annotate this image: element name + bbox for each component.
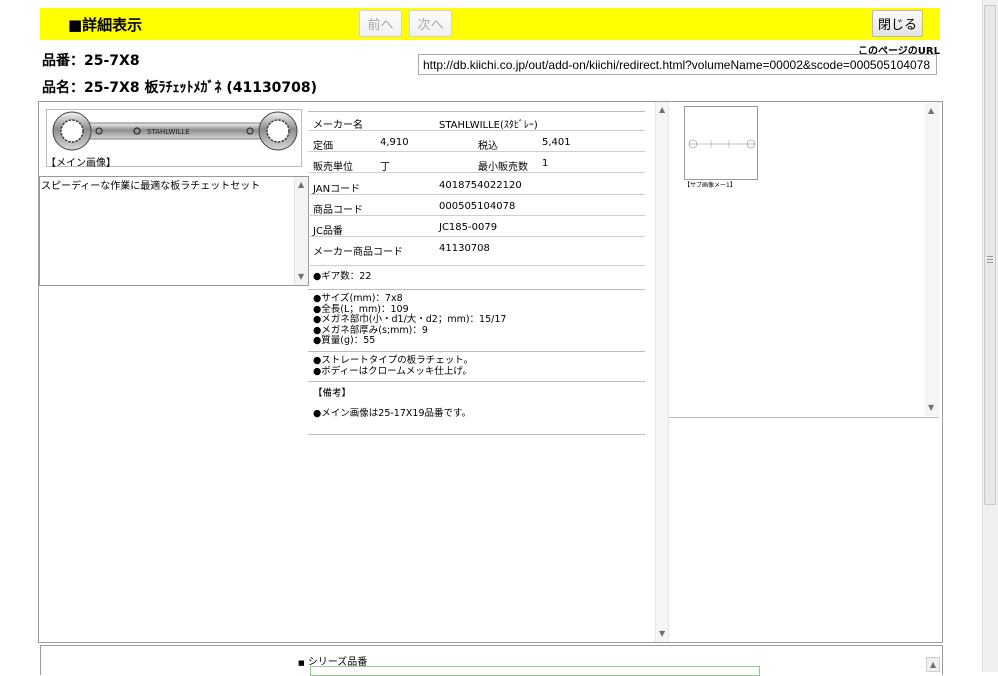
spec-row-price: 定価 4,910 税込 5,401 xyxy=(308,132,645,152)
spec-row-jc: JC品番 JC185-0079 xyxy=(308,217,645,237)
page-url-field[interactable] xyxy=(418,54,937,75)
prev-button[interactable]: 前へ xyxy=(359,10,402,37)
item-code-value: 000505104078 xyxy=(439,201,516,212)
gear-note: ●ギア数：22 xyxy=(308,271,645,290)
list-price-value: 4,910 xyxy=(380,137,409,148)
maker-label: メーカー名 xyxy=(313,120,363,131)
product-name: 品名：25-7X8 板ﾗﾁｪｯﾄﾒｶﾞﾈ (41130708) xyxy=(42,80,318,96)
close-button[interactable]: 閉じる xyxy=(872,10,923,37)
description-box[interactable] xyxy=(39,176,309,286)
jan-label: JANコード xyxy=(313,184,361,195)
scroll-down-icon[interactable]: ▼ xyxy=(659,630,665,638)
scroll-up-icon[interactable]: ▲ xyxy=(930,661,936,669)
header-bar: ■詳細表示 xyxy=(40,8,940,40)
spec-row-maker: メーカー名 STAHLWILLE(ｽﾀﾋﾞﾚｰ) xyxy=(308,111,645,131)
min-qty-label: 最小販売数 xyxy=(478,162,528,173)
scroll-up-icon[interactable]: ▲ xyxy=(659,106,665,114)
spec-row-jan: JANコード 4018754022120 xyxy=(308,175,645,195)
product-number: 品番：25-7X8 xyxy=(42,53,140,69)
page-scroll-thumb[interactable] xyxy=(984,5,996,505)
maker-value: STAHLWILLE(ｽﾀﾋﾞﾚｰ) xyxy=(439,120,538,131)
page-title: ■詳細表示 xyxy=(68,16,143,34)
description-scrollbar[interactable]: ▲ ▼ xyxy=(294,177,308,285)
width-line: ●メガネ部巾(小・d1/大・d2；mm)：15/17 xyxy=(313,314,507,325)
detail-scrollbar[interactable]: ▲ ▼ xyxy=(655,102,669,642)
unit-value: 丁 xyxy=(380,162,390,173)
description-text: スピーディーな作業に最適な板ラチェットセット xyxy=(41,181,261,192)
size-line: ●サイズ(mm)：7x8 xyxy=(313,293,403,304)
min-qty-value: 1 xyxy=(542,158,549,169)
series-scrollbar[interactable]: ▲ xyxy=(926,657,940,672)
sub-image-scrollbar[interactable]: ▲ ▼ xyxy=(925,103,939,416)
maker-code-label: メーカー商品コード xyxy=(313,247,403,258)
next-button[interactable]: 次へ xyxy=(409,10,452,37)
jc-label: JC品番 xyxy=(313,226,343,237)
size-notes: ●サイズ(mm)：7x8 ●全長(L；mm)：109 ●メガネ部巾(小・d1/大… xyxy=(308,293,645,352)
gear-count-text: ●ギア数：22 xyxy=(313,271,372,282)
tax-incl-value: 5,401 xyxy=(542,137,571,148)
remarks-note: ●メイン画像は25-17X19品番です。 xyxy=(308,408,645,435)
bullet-icon: ■ xyxy=(298,659,305,667)
jan-value: 4018754022120 xyxy=(439,180,522,191)
sub-image-thumbnail[interactable] xyxy=(684,106,758,180)
scroll-up-icon[interactable]: ▲ xyxy=(928,107,934,115)
list-price-label: 定価 xyxy=(313,141,333,152)
feature-notes: ●ストレートタイプの板ラチェット。 ●ボディーはクロームメッキ仕上げ。 xyxy=(308,355,645,382)
series-table xyxy=(310,666,760,676)
maker-code-value: 41130708 xyxy=(439,243,490,254)
scroll-down-icon[interactable]: ▼ xyxy=(928,404,934,412)
scroll-down-icon[interactable]: ▼ xyxy=(298,273,304,281)
remarks-title: 【備考】 xyxy=(313,388,352,399)
item-code-label: 商品コード xyxy=(313,205,363,216)
spec-row-item-code: 商品コード 000505104078 xyxy=(308,196,645,216)
weight-line: ●質量(g)：55 xyxy=(313,335,376,346)
feature-line: ●ストレートタイプの板ラチェット。 xyxy=(313,355,474,366)
scroll-up-icon[interactable]: ▲ xyxy=(298,181,304,189)
spec-row-maker-code: メーカー商品コード 41130708 xyxy=(308,238,645,266)
spec-row-unit: 販売単位 丁 最小販売数 1 xyxy=(308,153,645,173)
wrench-diagram-image xyxy=(688,139,756,149)
unit-label: 販売単位 xyxy=(313,162,353,173)
tax-incl-label: 税込 xyxy=(478,141,498,152)
sub-image-caption: 【サブ画像メー1】 xyxy=(684,182,736,189)
main-image-caption: 【メイン画像】 xyxy=(46,158,116,169)
wrench-engraving: STAHLWILLE xyxy=(147,128,190,136)
feature-line: ●ボディーはクロームメッキ仕上げ。 xyxy=(313,365,472,377)
jc-value: JC185-0079 xyxy=(439,222,498,233)
